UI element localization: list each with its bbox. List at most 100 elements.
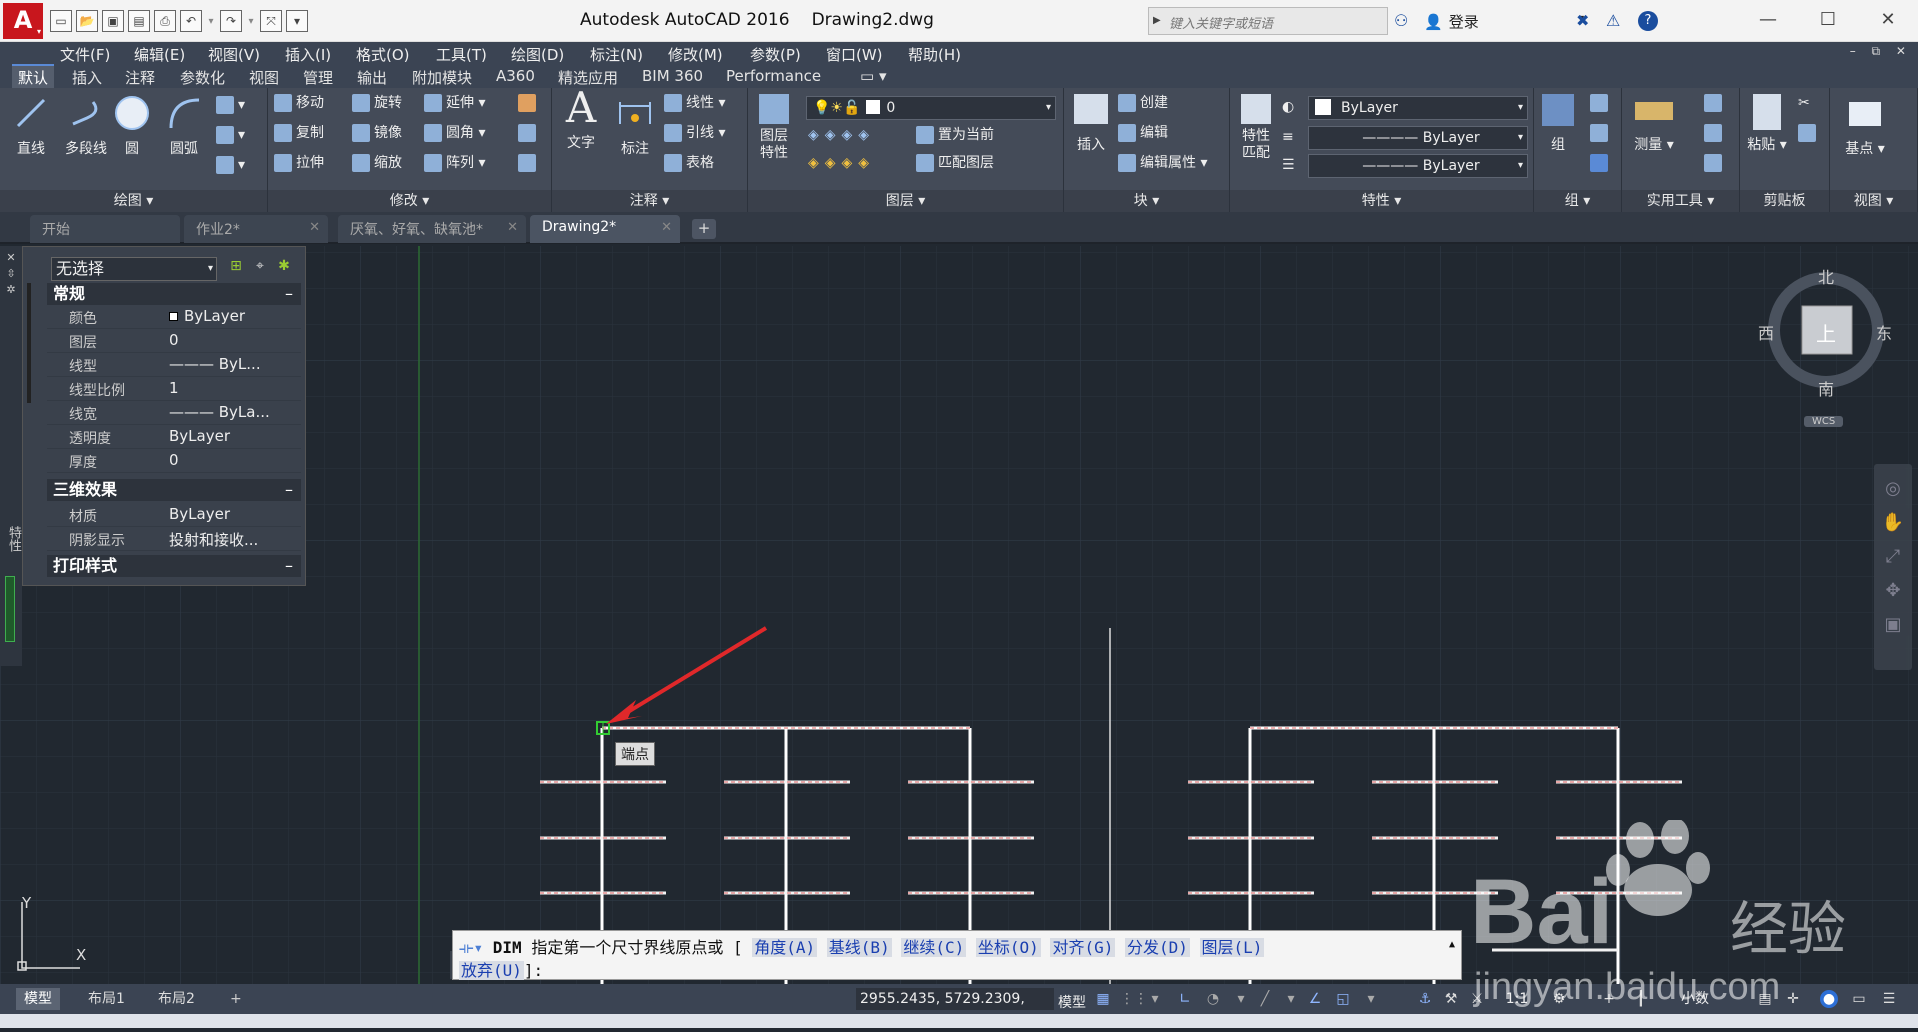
menu-draw[interactable]: 绘图(D)	[511, 44, 564, 65]
auto-scale-icon[interactable]: ⚒	[1442, 990, 1460, 1008]
polar-icon[interactable]: ◔	[1204, 990, 1222, 1008]
grid-toggle-icon[interactable]: ▦	[1094, 990, 1112, 1008]
prop-row-material[interactable]: 材质 ByLayer	[47, 503, 301, 527]
lock-ui-icon[interactable]: ✛	[1784, 990, 1802, 1008]
command-history-icon[interactable]: ▲	[1449, 939, 1455, 950]
search-input[interactable]: ▶ 键入关键字或短语	[1148, 7, 1388, 35]
compass-south[interactable]: 南	[1818, 376, 1834, 400]
prop-row-layer[interactable]: 图层 0	[47, 329, 301, 353]
layout-tab-2[interactable]: 布局2	[150, 988, 203, 1010]
section-general[interactable]: 常规 –	[47, 283, 301, 305]
doc-window-controls[interactable]: – ⧉ ✕	[1850, 44, 1912, 59]
customization-icon[interactable]: ☰	[1880, 990, 1898, 1008]
annotation-scale-icon[interactable]: ⚔	[1468, 990, 1486, 1008]
tab-addins[interactable]: 附加模块	[412, 67, 472, 88]
copy-button[interactable]: 复制	[274, 122, 324, 144]
workspace-gear-icon[interactable]: ⚙	[1550, 990, 1568, 1008]
panel-utilities-title[interactable]: 实用工具 ▾	[1622, 190, 1739, 212]
panel-modify-title[interactable]: 修改 ▾	[268, 190, 551, 212]
menu-view[interactable]: 视图(V)	[208, 44, 260, 65]
fillet-button[interactable]: 圆角 ▾	[424, 122, 485, 144]
selection-cycling-icon[interactable]: ▾	[1362, 990, 1380, 1008]
tab-default[interactable]: 默认	[12, 64, 55, 88]
match-layer-button[interactable]: 匹配图层	[916, 152, 994, 174]
tab-insert[interactable]: 插入	[72, 67, 102, 88]
close-tab-icon[interactable]: ✕	[661, 220, 672, 235]
login-button[interactable]: 👤 登录 ▾	[1424, 11, 1592, 32]
linetype-select[interactable]: ———— ByLayer ▾	[1308, 126, 1528, 150]
panel-properties-title[interactable]: 特性 ▾	[1230, 190, 1533, 212]
ungroup-icon[interactable]	[1590, 92, 1612, 114]
erase-icon[interactable]	[518, 92, 540, 114]
snap-mode-icon[interactable]: ⋮⋮	[1120, 990, 1148, 1008]
layout-tab-model[interactable]: 模型	[16, 988, 60, 1010]
layer-tools-row2[interactable]: ◈◈◈◈	[808, 152, 875, 174]
panel-groups-title[interactable]: 组 ▾	[1534, 190, 1621, 212]
palette-resize-handle[interactable]	[5, 576, 15, 642]
layer-tools-row1[interactable]: ◈◈◈◈	[808, 124, 875, 146]
prop-row-lineweight[interactable]: 线宽 ——— ByLa...	[47, 401, 301, 425]
snap-dropdown-icon[interactable]: ▾	[1146, 990, 1164, 1008]
isodraft-icon[interactable]: ▾	[1232, 990, 1250, 1008]
text-button[interactable]: A 文字	[556, 87, 606, 152]
tab-bim360[interactable]: BIM 360	[642, 67, 703, 85]
isolate-objects-icon[interactable]: ●	[1820, 990, 1838, 1008]
compass-west[interactable]: 西	[1758, 320, 1774, 344]
redo-icon[interactable]: ↷	[220, 10, 242, 32]
panel-block-title[interactable]: 块 ▾	[1064, 190, 1229, 212]
option-ordinate[interactable]: 坐标(O)	[975, 938, 1041, 957]
prop-row-transparency[interactable]: 透明度 ByLayer	[47, 425, 301, 449]
annotation-monitor-icon[interactable]: +	[1600, 990, 1618, 1008]
tab-annotate[interactable]: 注释	[125, 67, 155, 88]
table-button[interactable]: 表格	[664, 152, 714, 174]
paste-button[interactable]: 粘贴 ▾	[1744, 94, 1790, 154]
panel-clipboard-title[interactable]: 剪贴板	[1740, 190, 1829, 212]
option-baseline[interactable]: 基线(B)	[826, 938, 892, 957]
layout-tab-1[interactable]: 布局1	[80, 988, 133, 1010]
menu-tools[interactable]: 工具(T)	[436, 44, 487, 65]
lineweight-display-icon[interactable]: ∠	[1306, 990, 1324, 1008]
group-button[interactable]: 组	[1538, 94, 1578, 154]
leader-button[interactable]: 引线 ▾	[664, 122, 725, 144]
linear-button[interactable]: 线性 ▾	[664, 92, 725, 114]
binoculars-icon[interactable]: ⚇	[1394, 11, 1408, 30]
menu-window[interactable]: 窗口(W)	[826, 44, 883, 65]
dimension-button[interactable]: 标注	[610, 94, 660, 158]
prop-row-linetype[interactable]: 线型 ——— ByL...	[47, 353, 301, 377]
tab-output[interactable]: 输出	[357, 67, 387, 88]
match-properties-button[interactable]: 特性 匹配	[1234, 94, 1278, 162]
prop-row-color[interactable]: 颜色 ByLayer	[47, 305, 301, 329]
menu-insert[interactable]: 插入(I)	[285, 44, 331, 65]
pan-icon[interactable]: ✋	[1874, 506, 1912, 540]
tab-view[interactable]: 视图	[249, 67, 279, 88]
print-icon[interactable]: ⎙	[154, 10, 176, 32]
redo-dropdown-icon[interactable]: ▾	[246, 16, 256, 27]
panel-draw-title[interactable]: 绘图 ▾	[0, 190, 267, 212]
point-icon[interactable]	[1704, 122, 1726, 144]
create-block-button[interactable]: 创建	[1118, 92, 1168, 114]
prop-row-shadow[interactable]: 阴影显示 投射和接收...	[47, 527, 301, 551]
cut-icon[interactable]: ✂	[1798, 92, 1810, 114]
hardware-acceleration-icon[interactable]: ▭	[1850, 990, 1868, 1008]
extend-button[interactable]: 延伸 ▾	[424, 92, 485, 114]
undo-dropdown-icon[interactable]: ▾	[206, 16, 216, 27]
units-value[interactable]: 小数	[1660, 990, 1730, 1008]
palette-controls-icon[interactable]: ✕ ⇳ ✲	[0, 246, 22, 298]
view-cube[interactable]: 北 南 东 西 上 WCS	[1758, 268, 1892, 427]
rectangle-icon[interactable]: ▾	[216, 94, 245, 116]
undo-icon[interactable]: ↶	[180, 10, 202, 32]
id-point-icon[interactable]	[1704, 92, 1726, 114]
section-plot-style[interactable]: 打印样式 –	[47, 555, 301, 577]
viewcube-top-face[interactable]: 上	[1816, 318, 1836, 347]
scale-value[interactable]: 1:1	[1500, 990, 1534, 1008]
tab-manage[interactable]: 管理	[303, 67, 333, 88]
quick-properties-icon[interactable]: ▤	[1756, 990, 1774, 1008]
prop-row-linetype-scale[interactable]: 线型比例 1	[47, 377, 301, 401]
array-button[interactable]: 阵列 ▾	[424, 152, 485, 174]
option-angle[interactable]: 角度(A)	[752, 938, 818, 957]
menu-modify[interactable]: 修改(M)	[668, 44, 723, 65]
orbit-icon[interactable]: ✥	[1874, 574, 1912, 608]
close-button[interactable]: ✕	[1858, 0, 1918, 40]
save-icon[interactable]: ▣	[102, 10, 124, 32]
measure-button[interactable]: 测量 ▾	[1626, 94, 1682, 154]
